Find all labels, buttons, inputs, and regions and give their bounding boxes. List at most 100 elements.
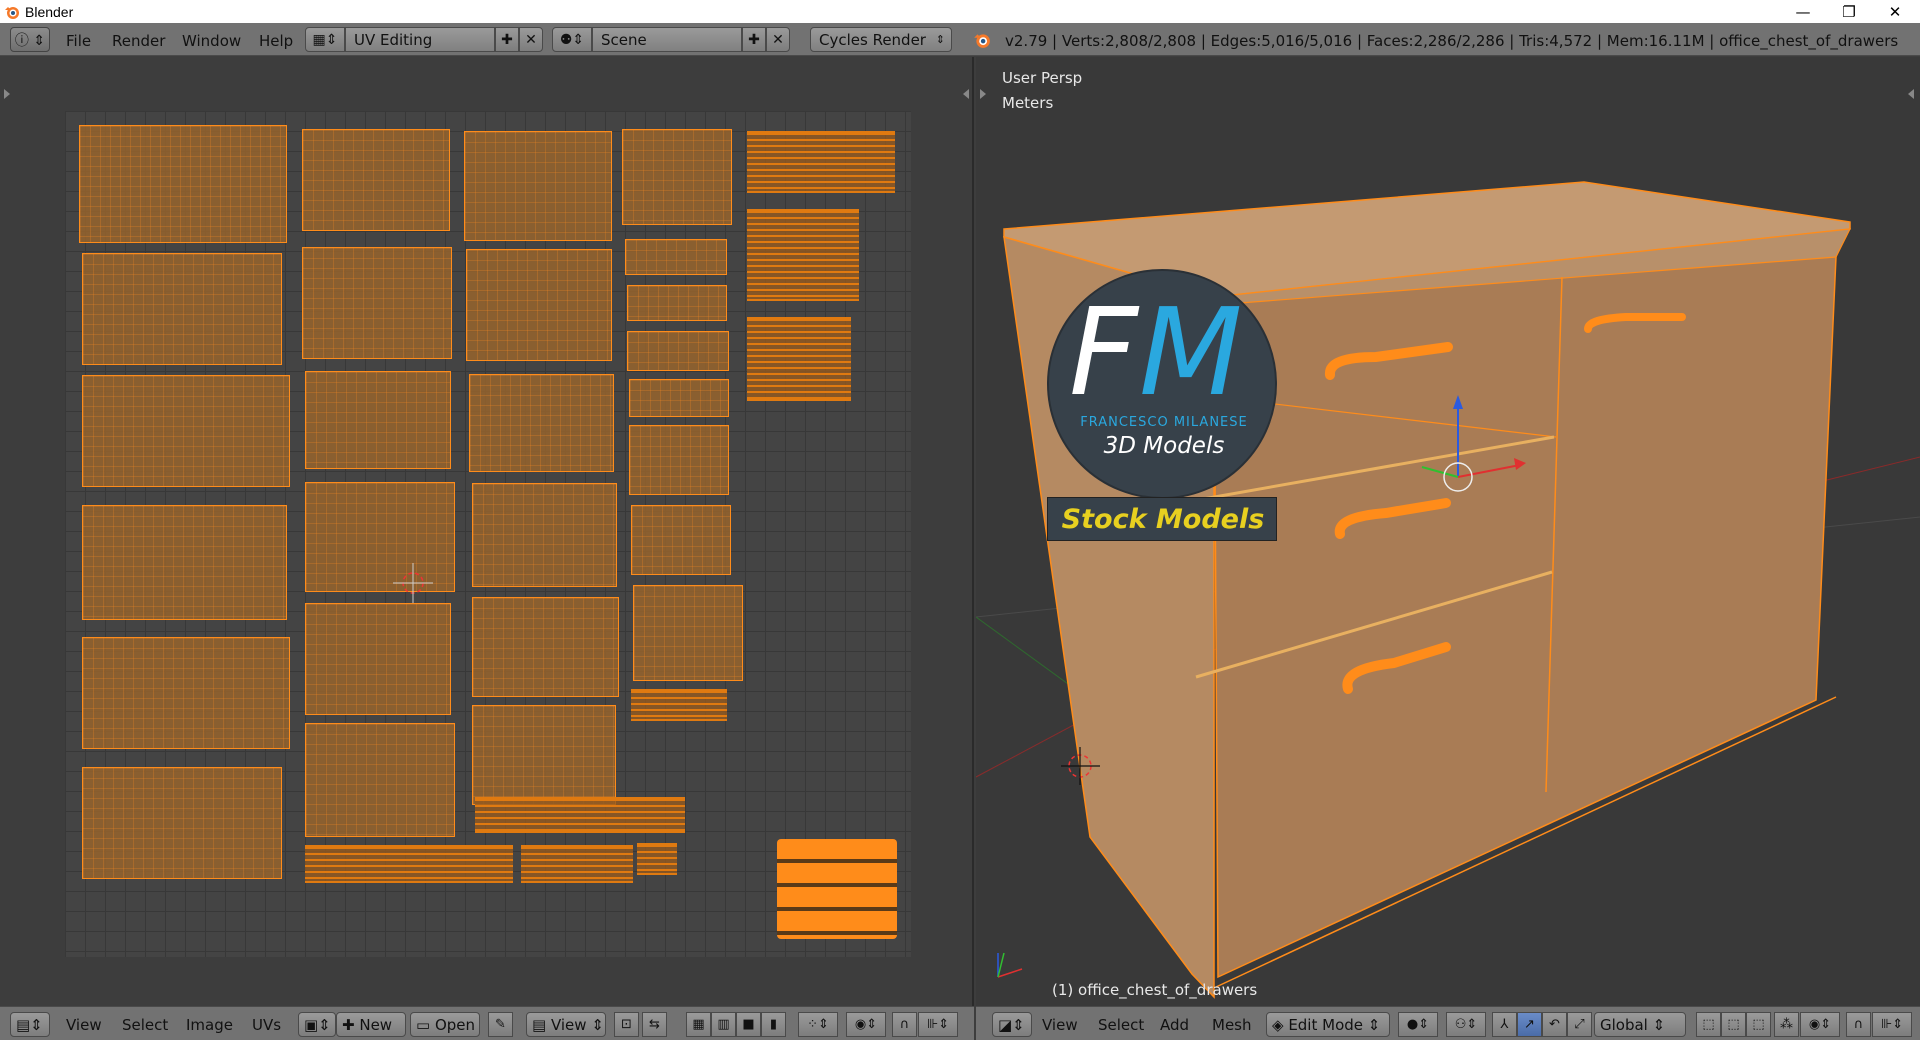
uv-sync-button[interactable]: ⇆ <box>642 1012 667 1037</box>
uv-strip-group[interactable] <box>747 317 851 401</box>
layout-delete-button[interactable]: ✕ <box>519 27 543 52</box>
uv-menu-select[interactable]: Select <box>122 1016 168 1034</box>
snap-element-dropdown[interactable]: ⊪⇕ <box>1872 1012 1912 1037</box>
uv-island[interactable] <box>627 331 729 371</box>
minimize-button[interactable]: — <box>1780 0 1826 23</box>
mode-dropdown[interactable]: ◈ Edit Mode ⇕ <box>1266 1012 1390 1037</box>
new-image-button[interactable]: ✚ New <box>336 1012 406 1037</box>
uv-menu-image[interactable]: Image <box>186 1016 233 1034</box>
scale-manipulator[interactable]: ⤢ <box>1567 1012 1592 1037</box>
uv-strip-group[interactable] <box>747 131 895 193</box>
uv-island[interactable] <box>629 425 729 495</box>
menu-file[interactable]: File <box>66 32 91 50</box>
select-vertex-button[interactable]: ▦ <box>686 1012 711 1037</box>
viewport-menu-mesh[interactable]: Mesh <box>1212 1016 1252 1034</box>
layout-add-button[interactable]: ✚ <box>495 27 519 52</box>
panel-toggle-icon[interactable] <box>4 89 10 99</box>
3d-viewport[interactable]: User Persp Meters (1) office_chest_of_dr… <box>976 57 1920 1006</box>
uv-strip-group[interactable] <box>475 797 685 833</box>
uv-strip-group[interactable] <box>305 845 513 883</box>
uv-menu-view[interactable]: View <box>66 1016 102 1034</box>
plus-icon: ✚ <box>501 31 513 48</box>
uv-island[interactable] <box>631 505 731 575</box>
editor-type-button[interactable]: ◪⇕ <box>992 1012 1032 1037</box>
uv-island[interactable] <box>82 767 282 879</box>
snap-element-dropdown[interactable]: ⊪⇕ <box>918 1012 958 1037</box>
translate-manipulator[interactable]: ↗ <box>1517 1012 1542 1037</box>
scene-add-button[interactable]: ✚ <box>742 27 766 52</box>
menu-render[interactable]: Render <box>112 32 165 50</box>
scene-delete-button[interactable]: ✕ <box>766 27 790 52</box>
select-face-button[interactable]: ■ <box>736 1012 761 1037</box>
uv-island[interactable] <box>633 585 743 681</box>
proportional-edit-dropdown[interactable]: ◉⇕ <box>846 1012 886 1037</box>
layout-browse-button[interactable]: ▦⇕ <box>305 27 345 52</box>
uv-2d-cursor-icon[interactable] <box>393 563 433 603</box>
select-face-button[interactable]: ⬚ <box>1746 1012 1771 1037</box>
menu-help[interactable]: Help <box>259 32 293 50</box>
uv-island[interactable] <box>79 125 287 243</box>
uv-strip-group[interactable] <box>521 845 633 883</box>
close-button[interactable]: ✕ <box>1872 0 1918 23</box>
uv-island[interactable] <box>472 597 619 697</box>
uv-island[interactable] <box>305 603 451 715</box>
view-mode-dropdown[interactable]: ▤ View ⇕ <box>526 1012 606 1037</box>
uv-handle-islands[interactable] <box>777 839 897 939</box>
pivot-button[interactable]: ⊡ <box>614 1012 639 1037</box>
uv-island[interactable] <box>305 371 451 469</box>
transform-orientation-dropdown[interactable]: Global ⇕ <box>1594 1012 1686 1037</box>
select-edge-button[interactable]: ▥ <box>711 1012 736 1037</box>
uv-image-editor[interactable] <box>0 57 974 1006</box>
uv-island[interactable] <box>472 483 617 587</box>
scene-browse-button[interactable]: ⚉⇕ <box>552 27 592 52</box>
snap-toggle-button[interactable]: ∩ <box>1846 1012 1871 1037</box>
select-vertex-button[interactable]: ⬚ <box>1696 1012 1721 1037</box>
uv-island[interactable] <box>627 285 727 321</box>
uv-strip-group[interactable] <box>747 209 859 301</box>
uv-island[interactable] <box>466 249 612 361</box>
uv-island[interactable] <box>82 253 282 365</box>
uv-grid[interactable] <box>65 111 911 957</box>
uv-island[interactable] <box>629 379 729 417</box>
select-island-button[interactable]: ▮ <box>761 1012 786 1037</box>
pin-image-button[interactable]: ✎ <box>488 1012 513 1037</box>
uv-island[interactable] <box>469 374 614 472</box>
uv-island[interactable] <box>82 505 287 620</box>
uv-menu-uvs[interactable]: UVs <box>252 1016 281 1034</box>
pivot-point-dropdown[interactable]: ⚇⇕ <box>1446 1012 1486 1037</box>
open-image-button[interactable]: ▭ Open <box>410 1012 480 1037</box>
editor-type-button[interactable]: ▤⇕ <box>10 1012 50 1037</box>
viewport-menu-add[interactable]: Add <box>1160 1016 1189 1034</box>
uv-island[interactable] <box>622 129 732 225</box>
shading-dropdown[interactable]: ●⇕ <box>1398 1012 1438 1037</box>
rotate-manipulator[interactable]: ↶ <box>1542 1012 1567 1037</box>
updown-arrows-icon: ⇕ <box>1363 1015 1381 1034</box>
maximize-button[interactable]: ❐ <box>1826 0 1872 23</box>
uv-strip-group[interactable] <box>637 843 677 875</box>
uv-island[interactable] <box>305 723 455 837</box>
layout-name-field[interactable]: UV Editing <box>345 27 495 52</box>
manipulator-toggle[interactable]: ⅄ <box>1492 1012 1517 1037</box>
uv-island[interactable] <box>82 637 290 749</box>
uv-island[interactable] <box>302 247 452 359</box>
uv-strip-group[interactable] <box>631 689 727 721</box>
viewport-menu-select[interactable]: Select <box>1098 1016 1144 1034</box>
proportional-edit-dropdown[interactable]: ◉⇕ <box>1800 1012 1840 1037</box>
viewport-menu-view[interactable]: View <box>1042 1016 1078 1034</box>
image-browse-button[interactable]: ▣⇕ <box>298 1012 336 1037</box>
uv-island[interactable] <box>464 131 612 241</box>
snap-toggle-button[interactable]: ∩ <box>892 1012 917 1037</box>
uv-island[interactable] <box>82 375 290 487</box>
render-engine-dropdown[interactable]: Cycles Render ⇕ <box>810 27 952 52</box>
panel-toggle-icon[interactable] <box>963 89 969 99</box>
updown-arrows-icon: ⇕ <box>1647 1015 1666 1034</box>
uv-island[interactable] <box>625 239 727 275</box>
scene-name-field[interactable]: Scene <box>592 27 742 52</box>
select-edge-button[interactable]: ⬚ <box>1721 1012 1746 1037</box>
uv-island[interactable] <box>472 705 616 805</box>
occlude-geometry-button[interactable]: ⁂ <box>1774 1012 1799 1037</box>
sticky-select-dropdown[interactable]: ⁘⇕ <box>798 1012 838 1037</box>
menu-window[interactable]: Window <box>182 32 241 50</box>
editor-type-button[interactable]: ⓘ ⇕ <box>10 27 50 52</box>
uv-island[interactable] <box>302 129 450 231</box>
